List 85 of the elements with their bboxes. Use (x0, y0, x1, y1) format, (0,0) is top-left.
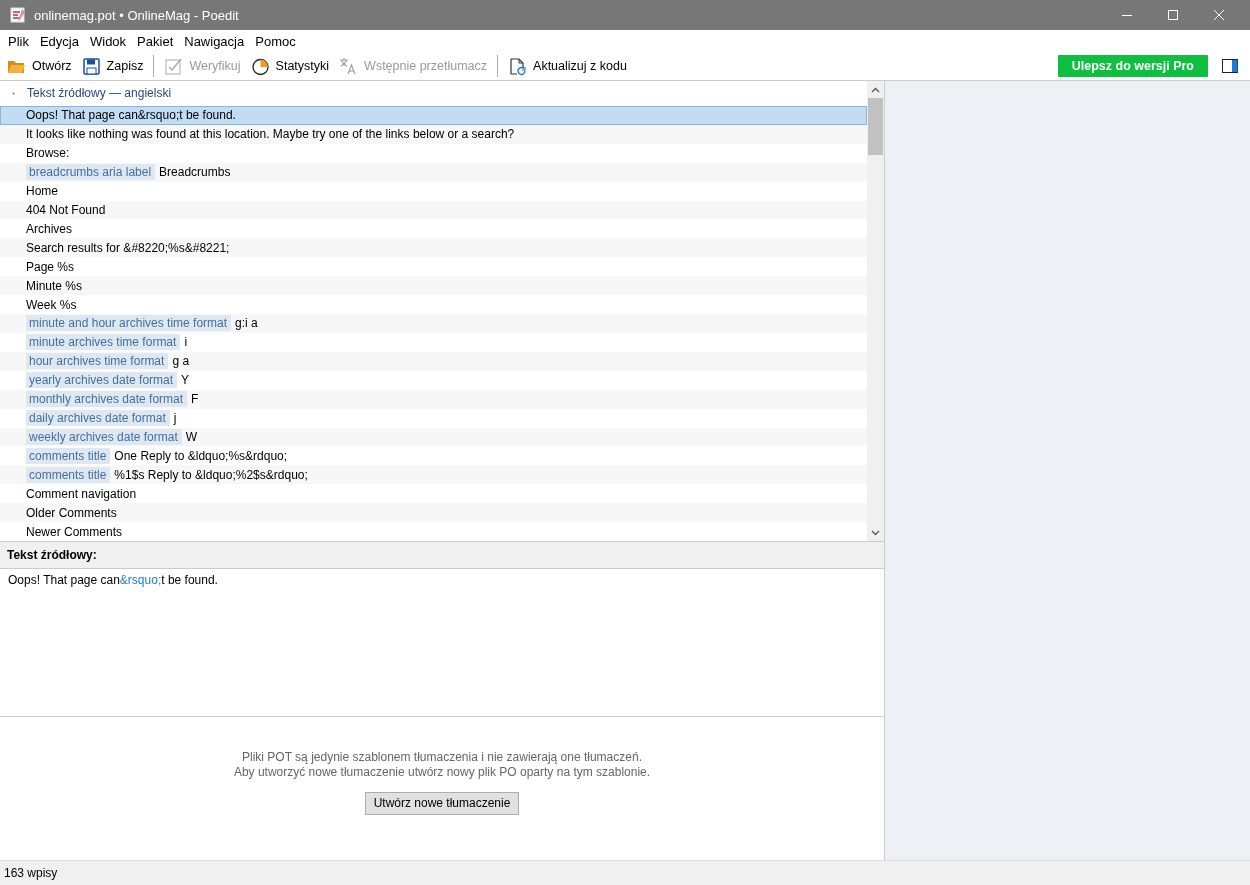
update-button[interactable]: Aktualizuj z kodu (503, 54, 632, 78)
entry-row[interactable]: daily archives date format j (0, 408, 867, 428)
entry-row[interactable]: 404 Not Found (0, 200, 867, 220)
entry-row[interactable]: comments title %1$s Reply to &ldquo;%2$s&rdquo; (0, 465, 867, 485)
close-icon[interactable] (1213, 9, 1225, 21)
context-tag: minute archives time format (26, 334, 181, 351)
entry-row[interactable]: Older Comments (0, 503, 867, 523)
entry-row[interactable]: minute and hour archives time format g:i a (0, 314, 867, 333)
source-text: It looks like nothing was found at this location. Maybe try one of the links below or a search? (26, 127, 515, 142)
column-marker-icon (12, 91, 15, 95)
create-translation-button[interactable]: Utwórz nowe tłumaczenie (364, 792, 520, 815)
notice-text: Pliki POT są jedynie szablonem tłumaczenia i nie zawierają one tłumaczeń. (242, 750, 642, 765)
context-tag: hour archives time format (26, 353, 169, 370)
source-text: Oops! That page can&rsquo;t be found. (26, 108, 236, 123)
open-button[interactable]: Otwórz (7, 54, 77, 78)
source-text: Comment navigation (26, 486, 137, 501)
scroll-up-icon[interactable] (871, 87, 880, 93)
source-text: One Reply to &ldquo;%s&rdquo; (114, 448, 288, 463)
entry-row[interactable]: Newer Comments (0, 522, 867, 542)
source-text: %1$s Reply to &ldquo;%2$s&rdquo; (114, 467, 308, 482)
app-icon (10, 7, 26, 23)
source-text: Older Comments (26, 505, 117, 520)
sidebar-toggle-icon[interactable] (1222, 59, 1238, 73)
entry-row[interactable]: Oops! That page can&rsquo;t be found. (0, 105, 867, 125)
entry-row[interactable]: comments title One Reply to &ldquo;%s&rdquo; (0, 446, 867, 466)
window-title: onlinemag.pot • OnlineMag - Poedit (34, 7, 239, 23)
maximize-icon[interactable] (1167, 9, 1179, 21)
source-text: Search results for &#8220;%s&#8221; (26, 240, 230, 255)
source-text: Archives (26, 221, 72, 236)
source-text: W (185, 430, 198, 444)
source-text: Home (26, 184, 58, 199)
scroll-down-icon[interactable] (871, 530, 880, 536)
entry-row[interactable]: minute archives time format i (0, 332, 867, 352)
entry-row[interactable]: monthly archives date format F (0, 389, 867, 409)
scroll-thumb[interactable] (868, 98, 883, 155)
source-text: i (184, 335, 188, 350)
document-refresh-icon (508, 56, 528, 76)
checkmark-icon (164, 56, 184, 76)
scrollbar[interactable] (867, 81, 884, 541)
menu-item[interactable]: Pakiet (131, 33, 179, 49)
pie-chart-icon (250, 56, 270, 76)
menu-item[interactable]: Nawigacja (178, 33, 250, 49)
context-tag: comments title (26, 466, 111, 483)
source-text: Breadcrumbs (159, 165, 231, 180)
context-tag: monthly archives date format (26, 391, 188, 408)
source-text-field[interactable]: Oops! That page can&rsquo;t be found. (8, 573, 218, 587)
source-text: F (191, 392, 199, 407)
context-tag: comments title (26, 447, 111, 464)
source-text: g:i a (235, 316, 258, 331)
entry-row[interactable]: Week %s (0, 295, 867, 315)
source-label: Tekst źródłowy: (0, 542, 884, 569)
entry-row[interactable]: hour archives time format g a (0, 351, 867, 371)
source-text: j (173, 411, 177, 426)
entry-row[interactable]: yearly archives date format Y (0, 370, 867, 390)
source-text: 404 Not Found (26, 202, 106, 217)
entry-row[interactable]: weekly archives date format W (0, 427, 867, 447)
source-text: g a (172, 354, 190, 369)
source-text: Newer Comments (26, 524, 123, 539)
entry-row[interactable]: Search results for &#8220;%s&#8221; (0, 238, 867, 258)
menu-item[interactable]: Edycja (33, 33, 84, 49)
source-text: Y (181, 373, 190, 388)
menu-item[interactable]: Widok (84, 33, 132, 49)
source-text: Page %s (26, 259, 75, 274)
entry-row[interactable]: Page %s (0, 257, 867, 277)
context-tag: weekly archives date format (26, 429, 182, 445)
context-tag: yearly archives date format (26, 372, 178, 389)
entry-row[interactable]: Browse: (0, 143, 867, 163)
source-text: Week %s (26, 297, 77, 312)
entry-row[interactable]: Home (0, 181, 867, 201)
notice-text: Aby utworzyć nowe tłumaczenie utwórz nowy plik PO oparty na tym szablonie. (233, 765, 651, 780)
context-tag: minute and hour archives time format (26, 315, 232, 332)
source-text: Browse: (26, 146, 70, 161)
context-tag: breadcrumbs aria label (26, 164, 156, 181)
entry-row[interactable]: Minute %s (0, 276, 867, 296)
menu-item[interactable]: Plik (2, 33, 34, 49)
stats-button[interactable]: Statystyki (245, 54, 335, 78)
entry-row[interactable]: Archives (0, 219, 867, 239)
entry-row[interactable]: Comment navigation (0, 484, 867, 504)
save-button[interactable]: Zapisz (76, 54, 149, 78)
source-text: Minute %s (26, 278, 83, 293)
menu-item[interactable]: Pomoc (249, 33, 301, 49)
column-header[interactable]: Tekst źródłowy — angielski (27, 86, 172, 101)
status-text: 163 wpisy (4, 866, 58, 880)
context-tag: daily archives date format (26, 410, 170, 427)
entry-row[interactable]: breadcrumbs aria label Breadcrumbs (0, 162, 867, 182)
